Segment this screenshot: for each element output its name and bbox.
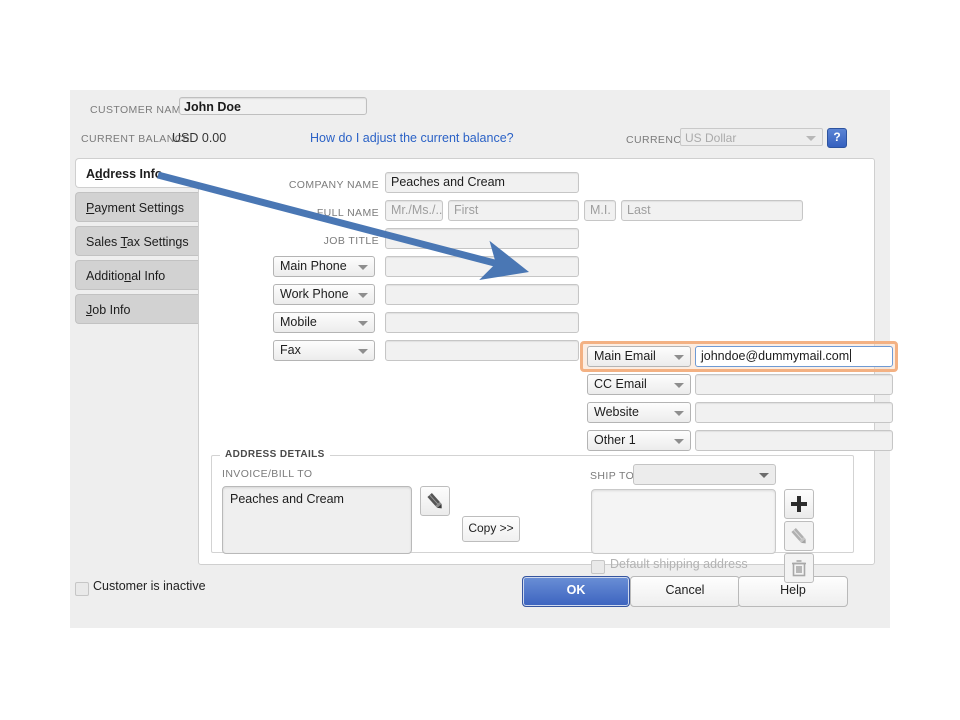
contact-type-fax-label: Fax — [280, 343, 301, 357]
tab-additional-info[interactable]: Additional Info — [75, 260, 199, 290]
tab-address-info[interactable]: Address Info — [75, 158, 205, 188]
middle-initial-input[interactable]: M.I. — [584, 200, 616, 221]
customer-dialog: CUSTOMER NAME John Doe CURRENT BALANCE U… — [70, 90, 898, 628]
contact-value-fax[interactable] — [385, 340, 579, 361]
last-name-input[interactable]: Last — [621, 200, 803, 221]
address-info-panel: COMPANY NAME Peaches and Cream FULL NAME… — [198, 158, 898, 583]
contact-type-mobile[interactable]: Mobile — [273, 312, 375, 333]
job-title-input[interactable] — [385, 228, 579, 249]
contact-value-main-phone[interactable] — [385, 256, 579, 277]
main-email-text: johndoe@dummymail.com — [701, 349, 850, 363]
first-name-input[interactable]: First — [448, 200, 579, 221]
edit-bill-to-button[interactable] — [420, 486, 450, 516]
contact-type-website-label: Website — [594, 405, 639, 419]
company-name-label: COMPANY NAME — [288, 179, 379, 191]
tab-sales-tax-settings-label: Sales Tax Settings — [86, 235, 189, 249]
contact-type-main-email-label: Main Email — [594, 349, 656, 363]
contact-value-mobile[interactable] — [385, 312, 579, 333]
ship-to-address[interactable] — [591, 489, 776, 554]
contact-type-work-phone-label: Work Phone — [280, 287, 349, 301]
customer-inactive-label: Customer is inactive — [93, 579, 206, 593]
address-details-legend: ADDRESS DETAILS — [220, 449, 330, 460]
contact-type-website[interactable]: Website — [587, 402, 691, 423]
chevron-down-icon — [759, 473, 769, 478]
add-ship-to-button[interactable] — [784, 489, 814, 519]
address-details-fieldset: ADDRESS DETAILS INVOICE/BILL TO Peaches … — [211, 449, 854, 583]
contact-value-website[interactable] — [695, 402, 893, 423]
customer-name-label: CUSTOMER NAME — [90, 104, 189, 116]
ship-to-select[interactable] — [633, 464, 776, 485]
tab-payment-settings-label: Payment Settings — [86, 201, 184, 215]
chevron-down-icon — [358, 349, 368, 354]
copy-to-ship-to-button[interactable]: Copy >> — [462, 516, 520, 542]
chevron-down-icon — [358, 321, 368, 326]
screenshot-root: CUSTOMER NAME John Doe CURRENT BALANCE U… — [0, 0, 960, 720]
current-balance-value: USD 0.00 — [172, 131, 227, 145]
chevron-down-icon — [674, 355, 684, 360]
contact-type-cc-email-label: CC Email — [594, 377, 647, 391]
company-name-input[interactable]: Peaches and Cream — [385, 172, 579, 193]
contact-type-work-phone[interactable]: Work Phone — [273, 284, 375, 305]
contact-value-other-1[interactable] — [695, 430, 893, 451]
contact-type-other-1-label: Other 1 — [594, 433, 636, 447]
ok-button[interactable]: OK — [522, 576, 630, 607]
customer-inactive-checkbox[interactable] — [75, 582, 89, 596]
contact-type-other-1[interactable]: Other 1 — [587, 430, 691, 451]
full-name-label: FULL NAME — [316, 207, 379, 219]
contact-type-main-phone-label: Main Phone — [280, 259, 347, 273]
contact-type-main-email[interactable]: Main Email — [587, 346, 691, 367]
contact-type-mobile-label: Mobile — [280, 315, 317, 329]
tab-job-info-label: Job Info — [86, 303, 131, 317]
invoice-bill-to-label: INVOICE/BILL TO — [222, 468, 313, 480]
pencil-icon — [427, 493, 442, 509]
salutation-input[interactable]: Mr./Ms./.. — [385, 200, 443, 221]
contact-value-cc-email[interactable] — [695, 374, 893, 395]
currency-select[interactable]: US Dollar — [680, 128, 823, 146]
currency-select-value: US Dollar — [685, 131, 737, 145]
contact-type-fax[interactable]: Fax — [273, 340, 375, 361]
default-shipping-label: Default shipping address — [610, 557, 748, 571]
contact-type-cc-email[interactable]: CC Email — [587, 374, 691, 395]
contact-value-work-phone[interactable] — [385, 284, 579, 305]
chevron-down-icon — [358, 293, 368, 298]
contact-value-main-email[interactable]: johndoe@dummymail.com — [695, 346, 893, 367]
tab-job-info[interactable]: Job Info — [75, 294, 199, 324]
pencil-icon — [791, 528, 806, 544]
tab-payment-settings[interactable]: Payment Settings — [75, 192, 199, 222]
delete-ship-to-button — [784, 553, 814, 583]
customer-name-input[interactable]: John Doe — [179, 97, 367, 115]
default-shipping-checkbox — [591, 560, 605, 574]
trash-icon — [792, 560, 806, 577]
tab-strip: Address Info Payment Settings Sales Tax … — [75, 158, 205, 328]
text-cursor — [850, 349, 852, 362]
chevron-down-icon — [674, 411, 684, 416]
adjust-balance-link[interactable]: How do I adjust the current balance? — [310, 131, 514, 145]
tab-sales-tax-settings[interactable]: Sales Tax Settings — [75, 226, 199, 256]
chevron-down-icon — [806, 136, 816, 141]
contact-type-main-phone[interactable]: Main Phone — [273, 256, 375, 277]
invoice-bill-to-address[interactable]: Peaches and Cream — [222, 486, 412, 554]
chevron-down-icon — [674, 383, 684, 388]
chevron-down-icon — [674, 439, 684, 444]
cancel-button[interactable]: Cancel — [630, 576, 740, 607]
tab-address-info-label: Address Info — [86, 167, 163, 181]
chevron-down-icon — [358, 265, 368, 270]
job-title-label: JOB TITLE — [323, 235, 379, 247]
tab-additional-info-label: Additional Info — [86, 269, 166, 283]
edit-ship-to-button — [784, 521, 814, 551]
plus-icon — [791, 496, 807, 512]
help-question-button[interactable]: ? — [827, 128, 847, 148]
